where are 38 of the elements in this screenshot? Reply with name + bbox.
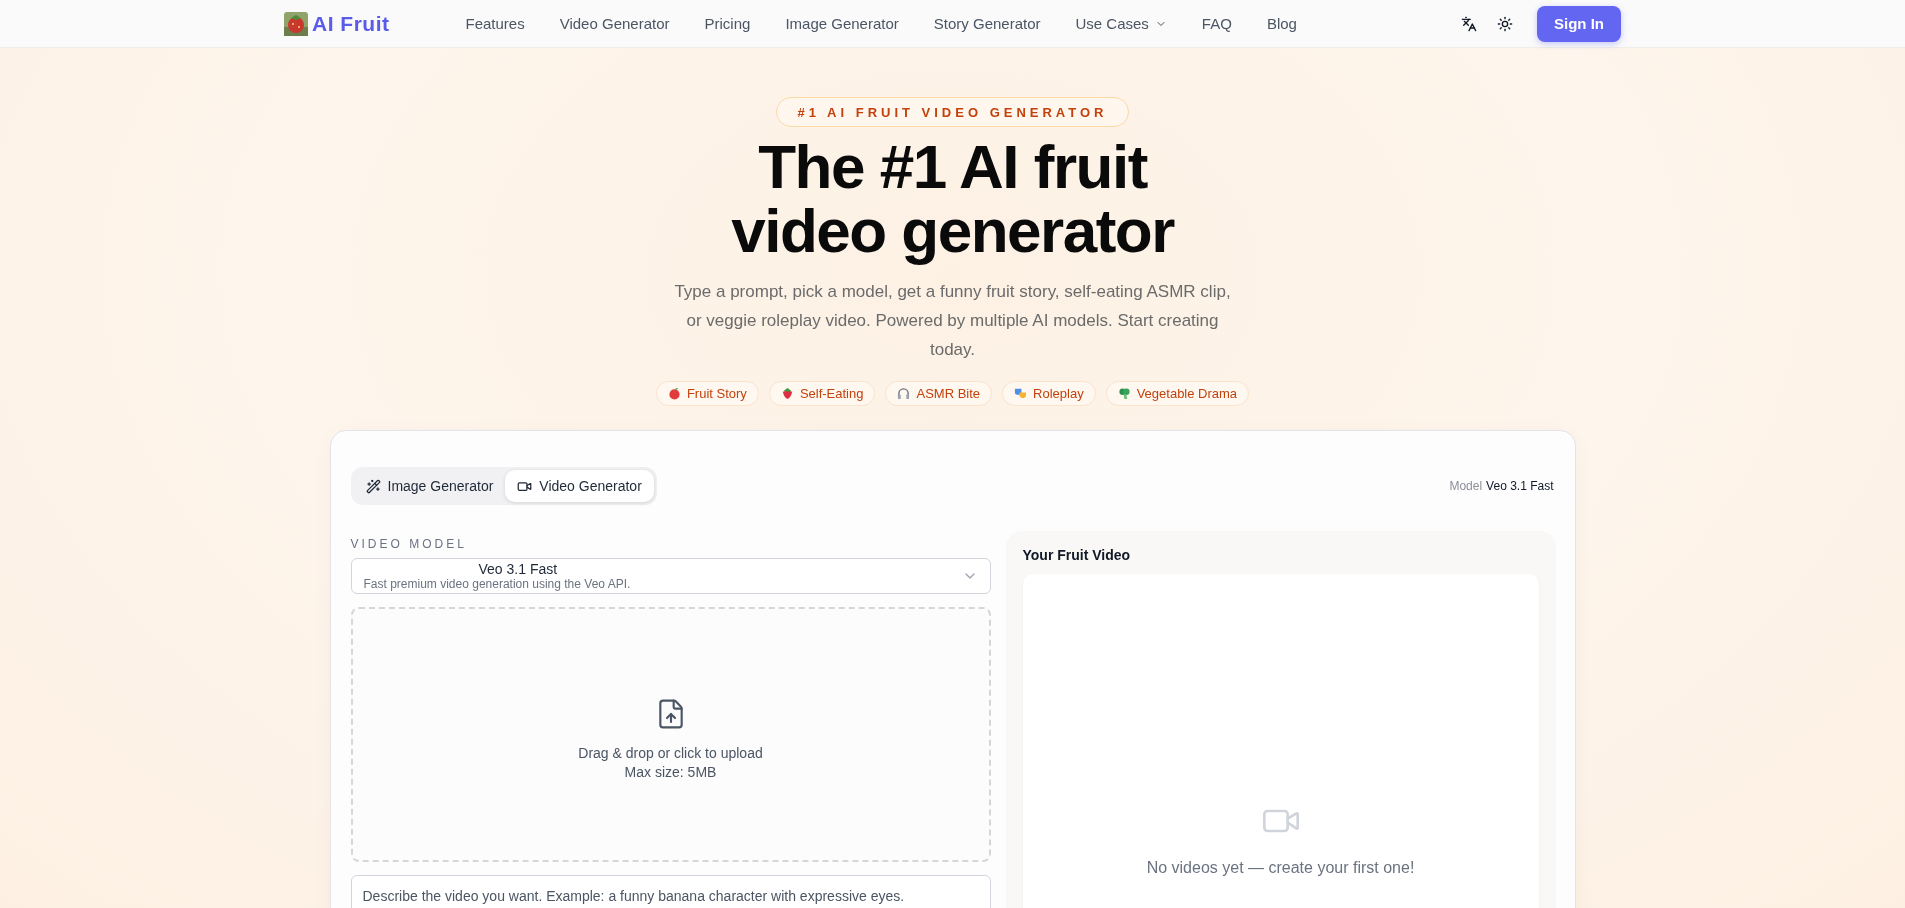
upload-text: Drag & drop or click to upload [578, 744, 763, 761]
category-chip[interactable]: ASMR Bite [885, 381, 993, 406]
prompt-field[interactable]: Describe the video you want. Example: a funny banana character with expressive eyes. [350, 875, 991, 908]
category-chip[interactable]: Roleplay [1002, 381, 1096, 406]
upload-limit: Max size: 5MB [624, 763, 717, 780]
hero-title: The #1 AI fruit video generator [730, 135, 1176, 263]
nav-link[interactable]: FAQ [1201, 15, 1232, 32]
nav-link[interactable]: Story Generator [933, 15, 1041, 32]
empty-message: No videos yet — create your first one! [1146, 859, 1415, 877]
headphones-icon [897, 387, 911, 400]
sign-in-button[interactable]: Sign In [1537, 5, 1621, 42]
nav-link[interactable]: Image Generator [785, 15, 899, 32]
model-label: Model [1449, 479, 1483, 493]
nav-link[interactable]: Pricing [704, 15, 751, 32]
hero-subtitle: Type a prompt, pick a model, get a funny fruit story, self-eating ASMR clip, or veggie roleplay video. Powered by multiple AI models. Start creating today. [673, 281, 1232, 361]
result-title: Your Fruit Video [1022, 547, 1132, 563]
nav-link[interactable]: Video Generator [559, 15, 670, 32]
model-value: Veo 3.1 Fast [1486, 479, 1554, 493]
category-chip[interactable]: Self-Eating [768, 381, 876, 406]
logo-text[interactable]: AI Fruit [312, 11, 390, 36]
broccoli-icon [1117, 387, 1131, 400]
generator-tab[interactable]: Video Generator [505, 470, 654, 502]
nav-link[interactable]: Use Cases [1075, 15, 1167, 32]
select-value: Veo 3.1 Fast [477, 561, 559, 577]
nav-link[interactable]: Blog [1266, 15, 1297, 32]
select-description: Fast premium video generation using the Veo API. [363, 577, 632, 591]
generator-tab[interactable]: Image Generator [353, 470, 506, 502]
category-chip[interactable]: Vegetable Drama [1105, 381, 1250, 406]
category-chip[interactable]: Fruit Story [655, 381, 759, 406]
field-label: VIDEO MODEL [350, 537, 468, 551]
magic-wand-icon [365, 478, 381, 494]
strawberry-icon [780, 387, 794, 400]
apple-icon [667, 387, 681, 400]
nav-link[interactable]: Features [465, 15, 525, 32]
upload-dropzone[interactable]: Drag & drop or click to upload Max size: 5MB [350, 607, 991, 862]
masks-icon [1014, 387, 1028, 400]
hero-badge: #1 AI FRUIT VIDEO GENERATOR [776, 97, 1129, 127]
model-select[interactable]: Veo 3.1 Fast Fast premium video generation using the Veo API. [350, 558, 991, 594]
